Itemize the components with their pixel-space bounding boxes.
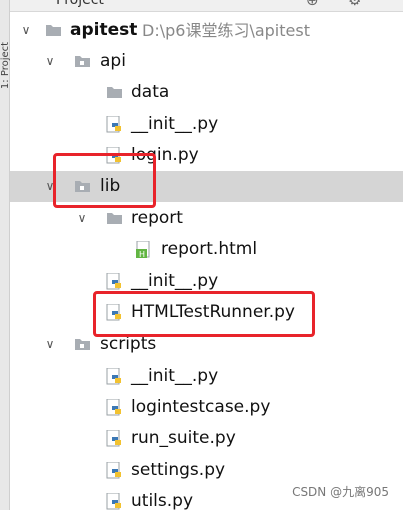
- python-file-icon: [106, 486, 122, 517]
- folder-icon: [106, 77, 122, 108]
- tree-item-label: __init__.py: [131, 366, 219, 386]
- tree-item-path: D:\p6课堂练习\apitest: [142, 21, 310, 40]
- folder-icon: [45, 15, 61, 46]
- highlight-box-lib: [53, 153, 156, 208]
- tree-item-label: data: [131, 82, 170, 102]
- watermark: CSDN @九离905: [292, 485, 389, 499]
- tree-row-file[interactable]: __init__.py: [10, 109, 403, 140]
- python-file-icon: [106, 361, 122, 392]
- gear-icon[interactable]: ⚙: [348, 0, 361, 9]
- python-file-icon: [106, 455, 122, 486]
- tree-row-apitest[interactable]: ∨ apitest D:\p6课堂练习\apitest: [10, 15, 403, 46]
- python-file-icon: [106, 392, 122, 423]
- chevron-down-icon[interactable]: ∨: [19, 15, 33, 46]
- folder-icon: [74, 329, 90, 360]
- html-file-icon: H: [136, 234, 152, 265]
- chevron-down-icon[interactable]: ∨: [43, 329, 57, 360]
- tree-item-label: logintestcase.py: [131, 397, 271, 417]
- tree-item-label: utils.py: [131, 491, 193, 511]
- python-file-icon: [106, 109, 122, 140]
- tree-row-api[interactable]: ∨ api: [10, 46, 403, 77]
- tree-row-file[interactable]: __init__.py: [10, 361, 403, 392]
- tree-row-file[interactable]: H report.html: [10, 234, 403, 265]
- chevron-down-icon[interactable]: ∨: [43, 46, 57, 77]
- tree-item-label: api: [100, 51, 126, 71]
- project-panel-header: Project ⊕ ⚙: [10, 0, 403, 12]
- tree-row-data[interactable]: data: [10, 77, 403, 108]
- tree-row-file[interactable]: run_suite.py: [10, 423, 403, 454]
- target-icon[interactable]: ⊕: [306, 0, 319, 9]
- highlight-box-htmltestrunner: [93, 291, 315, 337]
- tree-row-file[interactable]: settings.py: [10, 455, 403, 486]
- tree-row-file[interactable]: logintestcase.py: [10, 392, 403, 423]
- svg-text:H: H: [139, 250, 145, 259]
- tree-item-label: apitest: [70, 20, 138, 40]
- tool-window-strip[interactable]: 1: Project: [0, 0, 11, 510]
- tree-item-label: __init__.py: [131, 114, 219, 134]
- tree-item-label: report.html: [161, 239, 258, 259]
- panel-title: Project: [56, 0, 104, 8]
- tree-item-label: settings.py: [131, 460, 226, 480]
- tree-item-label: run_suite.py: [131, 428, 236, 448]
- python-file-icon: [106, 423, 122, 454]
- folder-icon: [74, 46, 90, 77]
